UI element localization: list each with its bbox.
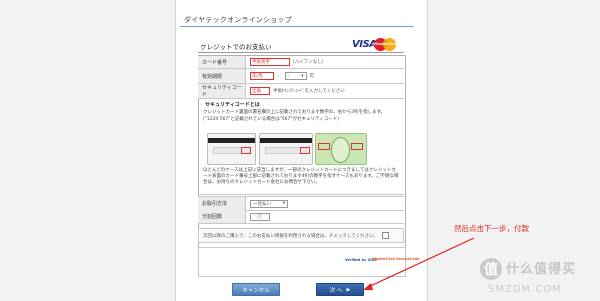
security-code-input[interactable]: 全角 xyxy=(250,87,270,95)
expiry-row: 有効期限 年/月 ／ – ▾ 年 xyxy=(198,69,404,84)
watermark-url: SMZDM.COM xyxy=(488,284,562,295)
security-help-text: クレジットカード裏面の署名欄の上に記載されております数字の、右から3桁を指します… xyxy=(203,110,386,122)
installments-select[interactable]: – 回 xyxy=(250,212,270,221)
section-divider xyxy=(198,52,404,53)
payment-method-row: お取引方法 一括払い ▾ xyxy=(198,196,404,211)
save-payment-label: 次回以降のご購入で、このお支払い情報を利用される場合は、チェックしてください。 xyxy=(203,233,379,239)
shop-title: ダイヤテックオンラインショップ xyxy=(184,16,292,24)
mastercard-logo: MasterCard xyxy=(374,38,397,51)
expiry-month-input[interactable]: 年/月 xyxy=(250,72,274,80)
watermark: 值 什么值得买 SMZDM.COM xyxy=(480,254,598,300)
annotation-text: 然后点击下一步，付款 xyxy=(454,224,529,233)
mastercard-securecode-logo: MasterCard SecureCode xyxy=(372,257,420,261)
card-number-row: カード番号 半角英字 (ハイフンなし) xyxy=(198,56,404,69)
payment-method-label: お取引方法 xyxy=(198,197,246,210)
next-button-label: 次 へ xyxy=(329,287,343,294)
card-back-image-2 xyxy=(259,133,313,165)
installments-row: 分割回数 – 回 xyxy=(198,210,404,224)
secure-logos-box xyxy=(198,247,406,277)
save-payment-option: 次回以降のご購入で、このお支払い情報を利用される場合は、チェックしてください。 xyxy=(198,228,404,243)
installments-label: 分割回数 xyxy=(198,210,246,223)
header-divider xyxy=(180,26,414,27)
payment-method-select[interactable]: 一括払い ▾ xyxy=(250,199,288,208)
card-number-hint: (ハイフンなし) xyxy=(293,60,324,65)
security-code-hint: 半角ｾｷｭﾘﾃｨｺｰﾄﾞを入力してください xyxy=(273,89,345,94)
watermark-badge-icon: 值 xyxy=(480,258,502,280)
card-number-label: カード番号 xyxy=(198,56,246,68)
card-number-input[interactable]: 半角英字 xyxy=(250,58,290,66)
expiry-label: 有効期限 xyxy=(198,69,246,83)
expiry-year-select[interactable]: – ▾ xyxy=(284,72,307,80)
security-help-note: ほとんどのケースは上記に該当しますが、一部のクレジットカードにつきましてはクレジ… xyxy=(203,168,399,185)
expiry-year-unit: 年 xyxy=(309,74,315,79)
visa-logo: VISA xyxy=(352,39,377,50)
next-arrow-icon: ▶ xyxy=(346,286,351,293)
save-payment-checkbox[interactable] xyxy=(382,232,390,239)
card-front-image xyxy=(315,133,367,165)
security-code-row: セキュリティコード 全角 半角ｾｷｭﾘﾃｨｺｰﾄﾞを入力してください xyxy=(198,84,404,99)
payment-section-title: クレジットでのお支払い xyxy=(200,43,272,51)
security-help-heading: セキュリティコードとは xyxy=(205,102,260,108)
next-button[interactable]: 次 へ ▶ xyxy=(316,283,364,296)
cancel-button[interactable]: キャンセル xyxy=(232,283,280,296)
card-back-image xyxy=(207,133,256,165)
security-code-label: セキュリティコード xyxy=(198,84,246,98)
expiry-separator: ／ xyxy=(277,74,282,79)
watermark-text: 什么值得买 xyxy=(506,262,577,277)
